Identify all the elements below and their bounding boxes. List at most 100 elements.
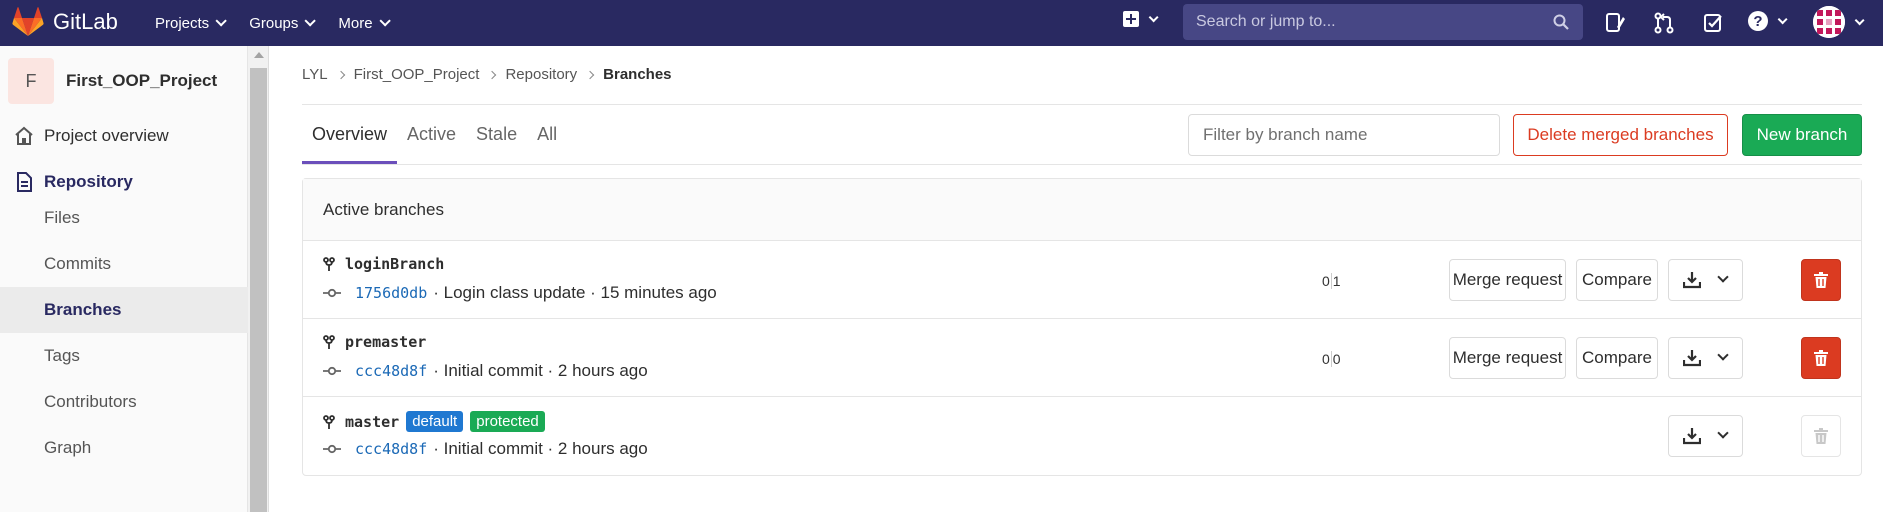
delete-merged-branches-button[interactable]: Delete merged branches — [1513, 114, 1728, 156]
groups-menu[interactable]: Groups — [249, 14, 317, 32]
merge-request-button[interactable]: Merge request — [1449, 259, 1566, 301]
scroll-up-arrow-icon[interactable] — [254, 52, 264, 58]
divergence-graph: 0 1 — [1322, 273, 1341, 289]
trash-icon — [1814, 272, 1828, 288]
plus-square-icon — [1123, 11, 1139, 27]
commits-ahead-count: 0 — [1332, 351, 1341, 367]
help-icon: ? — [1748, 11, 1768, 31]
sidebar-subitem-commits[interactable]: Commits — [0, 241, 248, 287]
sidebar-subitem-graph[interactable]: Graph — [0, 425, 248, 471]
sidebar-subitem-label: Branches — [44, 300, 122, 319]
branch-filter-input[interactable] — [1189, 115, 1499, 155]
chevron-down-icon — [1717, 271, 1729, 283]
sidebar-subitem-tags[interactable]: Tags — [0, 333, 248, 379]
tab-all[interactable]: All — [527, 105, 567, 164]
card-title: Active branches — [303, 179, 1861, 241]
project-header[interactable]: F First_OOP_Project — [8, 58, 217, 104]
commit-message: · Initial commit · 2 hours ago — [433, 361, 648, 380]
projects-menu-label: Projects — [155, 14, 210, 32]
commit-sha-link[interactable]: 1756d0db — [355, 284, 427, 302]
commit-icon — [323, 366, 341, 376]
commit-sha-link[interactable]: ccc48d8f — [355, 440, 427, 458]
tab-active[interactable]: Active — [397, 105, 466, 164]
branch-tabs: Overview Active Stale All — [302, 105, 567, 164]
tab-overview[interactable]: Overview — [302, 105, 398, 164]
commit-message: · Initial commit · 2 hours ago — [433, 439, 648, 458]
sidebar-item-project-overview[interactable]: Project overview — [0, 124, 248, 148]
branch-name-link[interactable]: premaster — [345, 333, 426, 351]
delete-branch-button[interactable] — [1801, 337, 1841, 379]
compare-button[interactable]: Compare — [1576, 337, 1658, 379]
user-menu-button[interactable] — [1813, 6, 1865, 38]
home-icon — [15, 126, 33, 145]
divergence-separator — [1330, 351, 1332, 367]
groups-menu-label: Groups — [249, 14, 299, 32]
branch-icon — [323, 257, 335, 271]
trash-icon — [1814, 350, 1828, 366]
chevron-down-icon — [379, 15, 391, 27]
chevron-down-icon — [1717, 427, 1729, 439]
branch-name-link[interactable]: loginBranch — [345, 255, 444, 273]
commit-icon — [323, 288, 341, 298]
delete-branch-button[interactable] — [1801, 259, 1841, 301]
sidebar-subitem-label: Graph — [44, 438, 92, 457]
breadcrumb-item-group[interactable]: LYL — [302, 66, 328, 83]
tab-stale[interactable]: Stale — [466, 105, 527, 164]
top-navbar: GitLab Projects Groups More Search or ju… — [0, 0, 1883, 46]
compare-button[interactable]: Compare — [1576, 259, 1658, 301]
commits-behind-count: 0 — [1322, 351, 1330, 367]
sidebar-subitem-files[interactable]: Files — [0, 195, 248, 241]
scrollbar-thumb[interactable] — [250, 68, 267, 512]
divider — [302, 164, 1862, 165]
new-branch-button[interactable]: New branch — [1742, 114, 1862, 156]
chevron-right-icon — [336, 70, 345, 79]
nav-menu: Projects Groups More — [155, 0, 413, 46]
identicon-icon — [1813, 6, 1845, 38]
branch-name-link[interactable]: master — [345, 413, 399, 431]
breadcrumb-item-repository[interactable]: Repository — [505, 66, 577, 83]
sidebar-subitem-label: Files — [44, 208, 80, 227]
active-branches-card: Active branches loginBranch 1756d0db · L… — [302, 178, 1862, 476]
sidebar-subitem-contributors[interactable]: Contributors — [0, 379, 248, 425]
help-dropdown-button[interactable]: ? — [1748, 11, 1788, 31]
branch-row: master default protected ccc48d8f · Init… — [303, 397, 1861, 475]
commit-info: 1756d0db · Login class update · 15 minut… — [323, 283, 717, 303]
breadcrumb-current: Branches — [603, 66, 672, 83]
protected-badge: protected — [470, 411, 545, 432]
search-icon — [1553, 14, 1569, 30]
project-avatar: F — [8, 58, 54, 104]
search-input[interactable] — [1183, 4, 1583, 40]
chevron-right-icon — [488, 70, 497, 79]
breadcrumb-item-project[interactable]: First_OOP_Project — [354, 66, 480, 83]
new-dropdown-button[interactable] — [1123, 11, 1159, 27]
chevron-down-icon — [304, 15, 317, 27]
sidebar-item-repository[interactable]: Repository — [0, 170, 248, 194]
branch-row: premaster ccc48d8f · Initial commit · 2 … — [303, 319, 1861, 397]
branch-title: premaster — [323, 333, 426, 351]
commit-sha-link[interactable]: ccc48d8f — [355, 362, 427, 380]
merge-request-button[interactable]: Merge request — [1449, 337, 1566, 379]
gitlab-logo[interactable]: GitLab — [12, 6, 118, 38]
sidebar-subitem-label: Tags — [44, 346, 80, 365]
sidebar-subitem-label: Commits — [44, 254, 112, 273]
commits-ahead-count: 1 — [1332, 273, 1341, 289]
commit-message: · Login class update · 15 minutes ago — [433, 283, 717, 302]
sidebar-scrollbar[interactable] — [248, 46, 269, 512]
document-icon — [17, 172, 32, 192]
download-dropdown-button[interactable] — [1668, 415, 1743, 457]
download-dropdown-button[interactable] — [1668, 337, 1743, 379]
branch-icon — [323, 335, 335, 349]
todos-icon[interactable] — [1701, 11, 1725, 35]
issues-icon[interactable] — [1603, 11, 1627, 35]
chevron-down-icon — [1854, 14, 1865, 25]
brand-name: GitLab — [53, 9, 118, 34]
branch-row: loginBranch 1756d0db · Login class updat… — [303, 241, 1861, 319]
more-menu[interactable]: More — [338, 15, 391, 32]
commit-info: ccc48d8f · Initial commit · 2 hours ago — [323, 361, 648, 381]
download-dropdown-button[interactable] — [1668, 259, 1743, 301]
projects-menu[interactable]: Projects — [155, 14, 227, 32]
sidebar-item-label: Project overview — [44, 126, 169, 145]
sidebar-subitem-branches[interactable]: Branches — [0, 287, 248, 333]
merge-requests-icon[interactable] — [1652, 11, 1676, 35]
divergence-separator — [1330, 273, 1332, 289]
